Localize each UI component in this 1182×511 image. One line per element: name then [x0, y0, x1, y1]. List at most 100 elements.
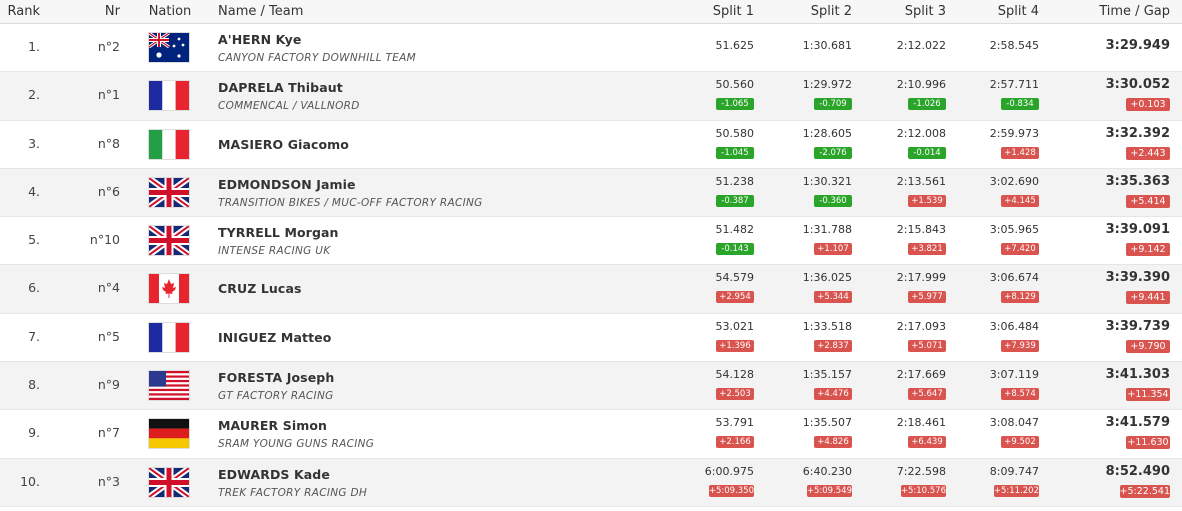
- split-4: 8:09.747 +5:11.202: [949, 465, 1039, 497]
- final-gap-badge: +9.142: [1126, 243, 1170, 257]
- split-gap-badge: +9.502: [1001, 436, 1039, 449]
- table-row[interactable]: 2. n°1 DAPRELA Thibaut COMMENCAL / VALLNORD…: [0, 72, 1182, 121]
- split-time: 50.560: [715, 78, 755, 92]
- table-row[interactable]: 3. n°8 MASIERO Giacomo 50.580 -1.045 1:28.605…: [0, 121, 1182, 169]
- final-gap-badge: +2.443: [1126, 146, 1170, 160]
- results-table: Rank Nr Nation Name / Team Split 1 Split…: [0, 0, 1182, 507]
- header-split2[interactable]: Split 2: [811, 4, 852, 19]
- header-split3[interactable]: Split 3: [905, 4, 946, 19]
- table-row[interactable]: 7. n°5 INIGUEZ Matteo 53.021 +1.396 1:33.518 +…: [0, 314, 1182, 363]
- split-3: 2:17.669 +5.647: [856, 368, 946, 401]
- split-1: 51.238 -0.387: [664, 175, 754, 207]
- rider-name[interactable]: DAPRELA Thibaut: [218, 80, 343, 95]
- split-time: 7:22.598: [896, 464, 946, 478]
- table-row[interactable]: 8. n°9 FORESTA Joseph GT FACTORY RACING 54.1…: [0, 362, 1182, 411]
- split-3: 2:17.093 +5.071: [856, 320, 946, 352]
- rider-name[interactable]: INIGUEZ Matteo: [218, 330, 331, 345]
- france-flag-icon: [149, 81, 189, 111]
- rider-name[interactable]: MASIERO Giacomo: [218, 137, 349, 152]
- split-time: 1:35.157: [802, 368, 852, 382]
- split-time: 2:17.669: [896, 368, 946, 382]
- split-time: 53.791: [715, 416, 755, 430]
- final-time: 3:30.052: [1105, 77, 1170, 93]
- split-gap-badge: +6.439: [908, 436, 946, 449]
- split-time: 53.021: [715, 319, 755, 333]
- split-1: 6:00.975 +5:09.350: [664, 465, 754, 497]
- final-gap-badge: +0.103: [1126, 98, 1170, 112]
- split-time: 1:30.681: [802, 39, 852, 52]
- time-gap: 3:39.739 +9.790: [1060, 319, 1170, 353]
- time-gap: 3:39.091 +9.142: [1060, 222, 1170, 257]
- final-time: 3:35.363: [1105, 173, 1170, 189]
- split-time: 2:13.561: [896, 174, 946, 188]
- split-4: 2:57.711 -0.834: [949, 78, 1039, 111]
- header-nation[interactable]: Nation: [145, 4, 195, 19]
- usa-flag-icon: [149, 371, 189, 401]
- table-header: Rank Nr Nation Name / Team Split 1 Split…: [0, 0, 1182, 24]
- split-gap-badge: +1.428: [1001, 146, 1039, 159]
- split-time: 1:33.518: [802, 319, 852, 333]
- split-gap-badge: +4.145: [1001, 194, 1039, 207]
- split-time: 2:12.022: [896, 39, 946, 52]
- table-row[interactable]: 10. n°3 EDWARDS Kade TREK FACTORY RACING DH…: [0, 458, 1182, 507]
- split-4: 3:05.965 +7.420: [949, 223, 1039, 256]
- split-gap-badge: +5:09.549: [806, 484, 852, 497]
- final-time: 8:52.490: [1105, 463, 1170, 479]
- germany-flag-icon: [149, 419, 189, 449]
- split-2: 1:28.605 -2.076: [762, 127, 852, 159]
- rider-name[interactable]: MAURER Simon: [218, 418, 327, 433]
- split-4: 3:06.484 +7.939: [949, 320, 1039, 352]
- rider-name[interactable]: CRUZ Lucas: [218, 281, 302, 296]
- rider-name[interactable]: EDWARDS Kade: [218, 467, 330, 482]
- split-gap-badge: -0.143: [716, 243, 754, 256]
- time-gap: 3:41.303 +11.354: [1060, 367, 1170, 402]
- split-gap-badge: +5.344: [814, 291, 852, 304]
- header-split4[interactable]: Split 4: [998, 4, 1039, 19]
- header-name-team[interactable]: Name / Team: [218, 4, 303, 19]
- rider-name[interactable]: EDMONDSON Jamie: [218, 177, 356, 192]
- split-gap-badge: -1.045: [716, 146, 754, 159]
- split-3: 2:15.843 +3.821: [856, 223, 946, 256]
- split-time: 8:09.747: [989, 464, 1039, 478]
- rider-name[interactable]: A'HERN Kye: [218, 32, 301, 47]
- split-gap-badge: +2.954: [716, 291, 754, 304]
- header-nr[interactable]: Nr: [60, 4, 120, 19]
- split-2: 1:30.681: [762, 39, 852, 52]
- split-1: 53.021 +1.396: [664, 320, 754, 352]
- team-name: INTENSE RACING UK: [218, 245, 331, 258]
- final-time: 3:32.392: [1105, 125, 1170, 141]
- header-time-gap[interactable]: Time / Gap: [1099, 4, 1170, 19]
- split-gap-badge: -0.360: [814, 194, 852, 207]
- split-time: 3:06.484: [989, 319, 1039, 333]
- header-rank[interactable]: Rank: [0, 4, 40, 19]
- split-time: 1:31.788: [802, 223, 852, 237]
- table-row[interactable]: 1. n°2 A'HERN Kye CANYON FACTORY DOWNHILL T…: [0, 24, 1182, 73]
- split-gap-badge: +3.821: [908, 243, 946, 256]
- split-1: 51.482 -0.143: [664, 223, 754, 256]
- table-row[interactable]: 4. n°6 EDMONDSON Jamie TRANSITION BIKES / M…: [0, 168, 1182, 218]
- split-time: 50.580: [715, 126, 755, 140]
- time-gap: 3:41.579 +11.630: [1060, 415, 1170, 450]
- split-3: 2:17.999 +5.977: [856, 271, 946, 304]
- split-time: 3:02.690: [989, 174, 1039, 188]
- final-gap-badge: +9.790: [1126, 339, 1170, 353]
- rank: 8.: [28, 377, 40, 393]
- bib-number: n°5: [97, 328, 120, 344]
- split-gap-badge: +4.826: [814, 436, 852, 449]
- split-time: 6:00.975: [704, 464, 754, 478]
- split-2: 6:40.230 +5:09.549: [762, 465, 852, 497]
- split-time: 2:10.996: [896, 78, 946, 92]
- table-row[interactable]: 5. n°10 TYRRELL Morgan INTENSE RACING UK 51.…: [0, 217, 1182, 266]
- bib-number: n°8: [97, 135, 120, 151]
- time-gap: 3:30.052 +0.103: [1060, 77, 1170, 112]
- rider-name[interactable]: FORESTA Joseph: [218, 370, 334, 385]
- rider-name[interactable]: TYRRELL Morgan: [218, 225, 339, 240]
- header-split1[interactable]: Split 1: [713, 4, 754, 19]
- table-row[interactable]: 6. n°4 CRUZ Lucas 54.579 +2.954 1:36.025 +5.34…: [0, 265, 1182, 314]
- team-name: SRAM YOUNG GUNS RACING: [218, 438, 375, 451]
- time-gap: 3:29.949: [1060, 38, 1170, 53]
- uk-flag-icon: [149, 467, 189, 497]
- bib-number: n°4: [97, 280, 120, 296]
- table-row[interactable]: 9. n°7 MAURER Simon SRAM YOUNG GUNS RACING 5…: [0, 410, 1182, 459]
- split-gap-badge: +2.166: [716, 436, 754, 449]
